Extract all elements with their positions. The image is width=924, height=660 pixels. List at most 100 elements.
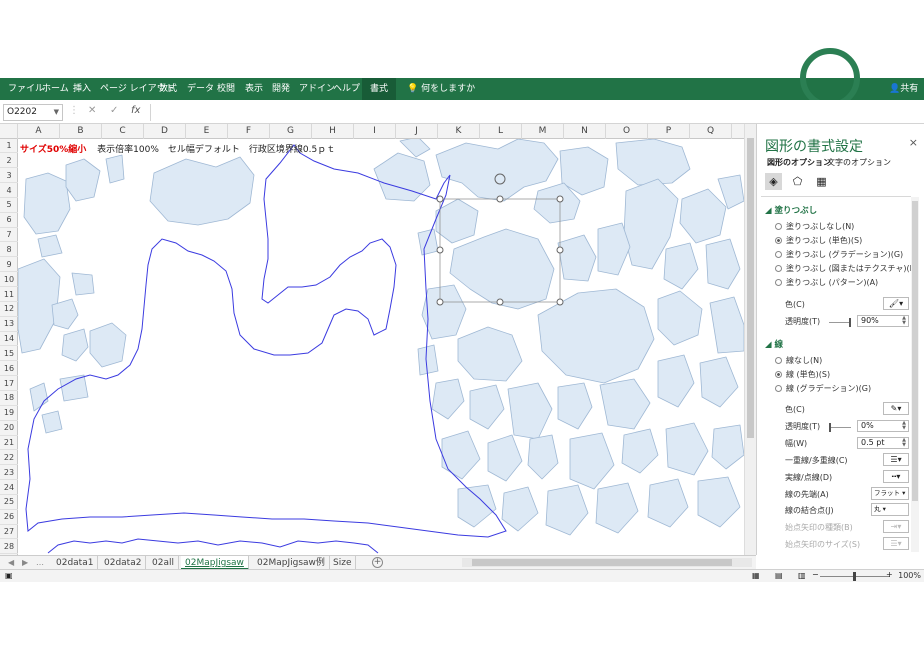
share-button[interactable]: 👤共有 (885, 78, 922, 100)
tell-me-search[interactable]: 💡 何をしますか (403, 78, 479, 100)
row-header[interactable]: 16 (0, 362, 18, 377)
insert-function-icon[interactable]: fx (131, 105, 140, 116)
fill-section-header[interactable]: ◢ 塗りつぶし (765, 204, 817, 216)
fill-transparency-slider[interactable] (829, 318, 851, 327)
row-header[interactable]: 5 (0, 198, 18, 213)
row-header[interactable]: 27 (0, 525, 18, 540)
column-header[interactable]: K (438, 124, 480, 139)
row-header[interactable]: 20 (0, 421, 18, 436)
pane-scrollbar[interactable] (911, 197, 919, 552)
row-header[interactable]: 12 (0, 302, 18, 317)
join-type-dropdown[interactable]: 丸 ▾ (871, 503, 909, 516)
row-header[interactable]: 2 (0, 154, 18, 169)
row-header[interactable]: 14 (0, 332, 18, 347)
macro-record-icon[interactable]: ▣ (5, 571, 13, 580)
more-sheets-icon[interactable]: … (36, 556, 44, 570)
column-header[interactable]: A (18, 124, 60, 139)
size-properties-icon[interactable]: ▦ (813, 173, 830, 190)
line-width-input[interactable]: 0.5 pt ▲ ▼ (857, 437, 909, 449)
column-header[interactable]: E (186, 124, 228, 139)
zoom-out-icon[interactable]: − (812, 570, 819, 579)
column-header[interactable]: I (354, 124, 396, 139)
tab-insert[interactable]: 挿入 (69, 78, 95, 100)
row-header[interactable]: 19 (0, 406, 18, 421)
fill-gradient-radio[interactable]: 塗りつぶし (グラデーション)(G) (775, 249, 903, 260)
line-transparency-input[interactable]: 0% ▲ ▼ (857, 420, 909, 432)
fill-pattern-radio[interactable]: 塗りつぶし (パターン)(A) (775, 277, 878, 288)
column-header[interactable]: D (144, 124, 186, 139)
column-header[interactable]: B (60, 124, 102, 139)
zoom-in-icon[interactable]: + (886, 570, 893, 579)
row-header[interactable]: 25 (0, 495, 18, 510)
tab-home[interactable]: ホーム (38, 78, 73, 100)
line-none-radio[interactable]: 線なし(N) (775, 355, 822, 366)
slider-knob[interactable] (829, 423, 831, 432)
sheet-tab[interactable]: 02MapJigsaw例 (253, 556, 330, 570)
column-header[interactable]: F (228, 124, 270, 139)
prev-sheet-icon[interactable]: ◀ (8, 556, 14, 570)
normal-view-icon[interactable]: ▦ (752, 571, 760, 580)
next-sheet-icon[interactable]: ▶ (22, 556, 28, 570)
row-header[interactable]: 8 (0, 243, 18, 258)
scroll-thumb[interactable] (912, 201, 918, 501)
column-header[interactable]: C (102, 124, 144, 139)
tab-formulas[interactable]: 数式 (155, 78, 181, 100)
tab-developer[interactable]: 開発 (268, 78, 294, 100)
column-header[interactable]: Q (690, 124, 732, 139)
sheet-tab-active[interactable]: 02MapJigsaw (181, 556, 249, 570)
row-header[interactable]: 6 (0, 213, 18, 228)
tab-format[interactable]: 書式 (362, 78, 397, 100)
scroll-thumb[interactable] (747, 138, 754, 438)
fill-picture-radio[interactable]: 塗りつぶし (図またはテクスチャ)(P) (775, 263, 918, 274)
fill-transparency-input[interactable]: 90% ▲ ▼ (857, 315, 909, 327)
row-header[interactable]: 11 (0, 288, 18, 302)
fill-line-icon[interactable]: ◈ (765, 173, 782, 190)
row-header[interactable]: 17 (0, 377, 18, 391)
sheet-tab[interactable]: 02data2 (100, 556, 147, 570)
enter-icon[interactable]: ✓ (110, 105, 118, 116)
row-header[interactable]: 7 (0, 228, 18, 243)
row-header[interactable]: 3 (0, 169, 18, 184)
chevron-down-icon[interactable]: ▼ (54, 105, 59, 120)
cancel-icon[interactable]: ✕ (88, 105, 96, 116)
line-section-header[interactable]: ◢ 線 (765, 338, 783, 350)
dash-type-dropdown[interactable]: ┅▾ (883, 470, 909, 483)
row-header[interactable]: 10 (0, 273, 18, 288)
row-header[interactable]: 9 (0, 258, 18, 273)
sheet-tab[interactable]: Size (329, 556, 357, 570)
page-layout-view-icon[interactable]: ▤ (775, 571, 783, 580)
begin-arrow-size-dropdown[interactable]: ☰▾ (883, 537, 909, 550)
tab-review[interactable]: 校閲 (213, 78, 239, 100)
jigsaw-map-canvas[interactable] (18, 139, 744, 555)
fill-none-radio[interactable]: 塗りつぶしなし(N) (775, 221, 854, 232)
row-header[interactable]: 1 (0, 139, 18, 154)
column-header[interactable]: N (564, 124, 606, 139)
row-header[interactable]: 22 (0, 451, 18, 466)
add-sheet-button[interactable]: + (372, 557, 383, 568)
line-gradient-radio[interactable]: 線 (グラデーション)(G) (775, 383, 871, 394)
zoom-slider-knob[interactable] (853, 572, 856, 581)
row-header[interactable]: 23 (0, 466, 18, 481)
row-header[interactable]: 4 (0, 184, 18, 198)
formula-input[interactable] (150, 104, 924, 121)
zoom-level[interactable]: 100% (898, 571, 921, 580)
column-header[interactable]: O (606, 124, 648, 139)
close-icon[interactable]: × (909, 136, 918, 149)
row-header[interactable]: 26 (0, 510, 18, 525)
name-box[interactable]: O2202 ▼ (3, 104, 63, 121)
select-all-corner[interactable] (0, 124, 18, 139)
fill-solid-radio[interactable]: 塗りつぶし (単色)(S) (775, 235, 862, 246)
tab-help[interactable]: ヘルプ (329, 78, 364, 100)
line-color-picker[interactable]: ✎▾ (883, 402, 909, 415)
tab-view[interactable]: 表示 (241, 78, 267, 100)
row-header[interactable]: 21 (0, 436, 18, 451)
sheet-tab[interactable]: 02all (148, 556, 179, 570)
effects-icon[interactable]: ⬠ (789, 173, 806, 190)
tab-shape-options[interactable]: 図形のオプション (767, 157, 831, 168)
row-header[interactable]: 28 (0, 540, 18, 555)
horizontal-scrollbar[interactable] (462, 558, 752, 567)
vertical-scrollbar[interactable] (744, 124, 756, 555)
line-transparency-slider[interactable] (829, 423, 851, 432)
line-solid-radio[interactable]: 線 (単色)(S) (775, 369, 830, 380)
compound-type-dropdown[interactable]: ☰▾ (883, 453, 909, 466)
